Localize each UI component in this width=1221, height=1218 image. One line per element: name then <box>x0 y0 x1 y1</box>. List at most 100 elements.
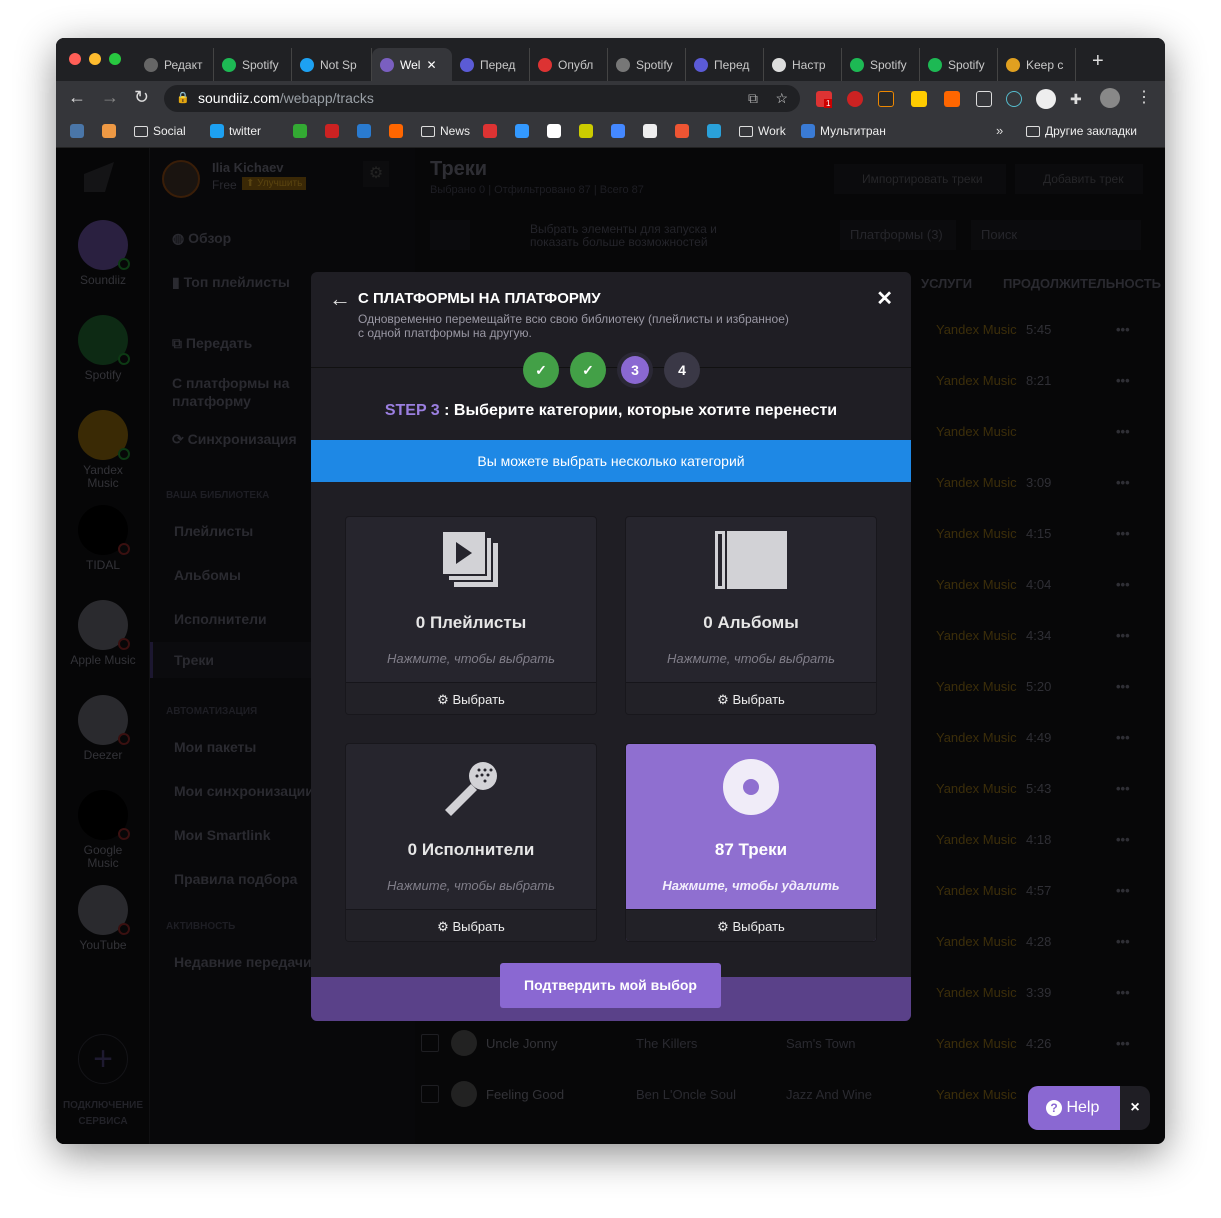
profile-avatar[interactable] <box>1100 88 1120 108</box>
browser-tab[interactable]: Spotify <box>842 48 920 81</box>
forward-icon[interactable]: → <box>101 87 119 108</box>
bookmark-item[interactable]: Social <box>134 124 186 138</box>
search-input[interactable]: Поиск <box>971 220 1141 250</box>
more-options-icon[interactable]: ••• <box>1116 577 1130 592</box>
more-bookmarks-chevron-icon[interactable]: » <box>996 123 1003 138</box>
more-options-icon[interactable]: ••• <box>1116 934 1130 949</box>
adblock-icon[interactable] <box>847 91 863 107</box>
note-extension-icon[interactable] <box>911 91 927 107</box>
bookmark-item[interactable] <box>579 124 593 138</box>
service-item[interactable]: YouTube <box>56 885 150 952</box>
more-options-icon[interactable]: ••• <box>1116 526 1130 541</box>
nav-overview[interactable]: ◍ Обзор <box>172 230 231 247</box>
menu-kebab-icon[interactable]: ⋮ <box>1136 87 1152 107</box>
bookmark-item[interactable] <box>357 124 371 138</box>
more-options-icon[interactable]: ••• <box>1116 883 1130 898</box>
browser-tab[interactable]: Spotify <box>608 48 686 81</box>
nav-packs[interactable]: Мои пакеты <box>174 739 256 755</box>
image-extension-icon[interactable] <box>976 91 992 107</box>
bookmark-star-icon[interactable]: ☆ <box>775 85 788 112</box>
k-extension-icon[interactable] <box>878 91 894 107</box>
browser-tab[interactable]: Spotify <box>920 48 998 81</box>
nav-platform-to-platform[interactable]: С платформы на платформу <box>172 374 322 410</box>
bookmark-item[interactable] <box>515 124 529 138</box>
mi-extension-icon[interactable] <box>944 91 960 107</box>
bookmark-item[interactable] <box>547 124 561 138</box>
bookmark-item[interactable]: Work <box>739 124 786 138</box>
category-card[interactable]: 0 Альбомы Нажмите, чтобы выбрать ⚙ Выбрать <box>625 516 877 715</box>
gmail-extension-icon[interactable]: 1 <box>816 91 833 108</box>
bookmark-item[interactable] <box>102 124 116 138</box>
more-options-icon[interactable]: ••• <box>1116 628 1130 643</box>
close-tab-icon[interactable]: ✕ <box>426 58 436 72</box>
nav-transfer[interactable]: ⧉ Передать <box>172 335 252 352</box>
soundiiz-logo[interactable] <box>84 162 114 192</box>
bookmark-item[interactable] <box>293 124 307 138</box>
service-item[interactable]: Apple Music <box>56 600 150 667</box>
service-item[interactable]: Soundiiz <box>56 220 150 287</box>
nav-top-playlists[interactable]: ▮ Топ плейлисты <box>172 274 290 291</box>
browser-tab[interactable]: Keep c <box>998 48 1076 81</box>
add-track-button[interactable]: Добавить трек <box>1015 164 1143 194</box>
bookmark-item[interactable] <box>389 124 403 138</box>
import-tracks-button[interactable]: Импортировать треки <box>834 164 1006 194</box>
nav-playlists[interactable]: Плейлисты <box>174 523 253 539</box>
table-row[interactable]: Uncle Jonny The Killers Sam's Town Yandex M… <box>416 1030 1165 1056</box>
bookmark-item[interactable]: News <box>421 124 470 138</box>
user-avatar[interactable] <box>162 160 200 198</box>
upgrade-button[interactable]: ⬆ Улучшить <box>242 177 307 190</box>
extensions-puzzle-icon[interactable]: ✚ <box>1070 91 1086 107</box>
category-card[interactable]: 0 Плейлисты Нажмите, чтобы выбрать ⚙ Выбра… <box>345 516 597 715</box>
nav-sync[interactable]: ⟳ Синхронизация <box>172 431 297 448</box>
service-item[interactable]: Yandex Music <box>56 410 150 490</box>
bookmark-item[interactable] <box>707 124 721 138</box>
category-card[interactable]: 0 Исполнители Нажмите, чтобы выбрать ⚙ Выб… <box>345 743 597 942</box>
browser-tab[interactable]: Not Sp <box>292 48 372 81</box>
settings-gear-icon[interactable]: ⚙ <box>363 161 389 187</box>
reload-icon[interactable]: ↻ <box>134 87 149 108</box>
other-bookmarks-folder[interactable]: Другие закладки <box>1026 124 1137 138</box>
service-item[interactable]: Deezer <box>56 695 150 762</box>
more-options-icon[interactable]: ••• <box>1116 730 1130 745</box>
browser-tab[interactable]: Wel ✕ <box>372 48 452 81</box>
confirm-selection-button[interactable]: Подтвердить мой выбор <box>500 963 721 1008</box>
bookmark-item[interactable] <box>70 124 84 138</box>
more-options-icon[interactable]: ••• <box>1116 373 1130 388</box>
row-checkbox[interactable] <box>421 1085 439 1103</box>
browser-tab[interactable]: Перед <box>452 48 530 81</box>
url-input[interactable]: 🔒 soundiiz.com/webapp/tracks ⧉ ☆ <box>164 85 800 112</box>
translate-icon[interactable]: ⧉ <box>748 85 758 112</box>
maximize-window-button[interactable] <box>109 53 121 65</box>
select-category-button[interactable]: ⚙ Выбрать <box>346 682 596 714</box>
bookmark-item[interactable] <box>483 124 497 138</box>
browser-tab[interactable]: Опубл <box>530 48 608 81</box>
service-item[interactable]: Google Music <box>56 790 150 870</box>
help-close-button[interactable]: × <box>1120 1086 1150 1130</box>
minimize-window-button[interactable] <box>89 53 101 65</box>
select-all-checkbox[interactable] <box>430 220 470 250</box>
back-arrow-icon[interactable]: ← <box>329 286 351 312</box>
row-checkbox[interactable] <box>421 1034 439 1052</box>
bookmark-item[interactable] <box>643 124 657 138</box>
box-extension-icon[interactable] <box>1036 89 1056 109</box>
more-options-icon[interactable]: ••• <box>1116 322 1130 337</box>
help-button[interactable]: ? Help <box>1028 1086 1120 1130</box>
category-card[interactable]: 87 Треки Нажмите, чтобы удалить ⚙ Выбрать <box>625 743 877 942</box>
close-icon[interactable]: ✕ <box>876 286 893 311</box>
more-options-icon[interactable]: ••• <box>1116 832 1130 847</box>
more-options-icon[interactable]: ••• <box>1116 1036 1130 1051</box>
bookmark-item[interactable]: twitter <box>210 124 261 138</box>
bookmark-item[interactable]: Мультитран <box>801 124 886 138</box>
nav-smartlink[interactable]: Мои Smartlink <box>174 827 271 843</box>
bookmark-item[interactable] <box>611 124 625 138</box>
cloud-extension-icon[interactable] <box>1006 91 1022 107</box>
close-window-button[interactable] <box>69 53 81 65</box>
browser-tab[interactable]: Spotify <box>214 48 292 81</box>
more-options-icon[interactable]: ••• <box>1116 781 1130 796</box>
nav-albums[interactable]: Альбомы <box>174 567 241 583</box>
bookmark-item[interactable] <box>325 124 339 138</box>
service-item[interactable]: Spotify <box>56 315 150 382</box>
nav-rules[interactable]: Правила подбора <box>174 871 297 887</box>
back-icon[interactable]: ← <box>68 87 86 108</box>
new-tab-button[interactable]: + <box>1092 50 1104 73</box>
